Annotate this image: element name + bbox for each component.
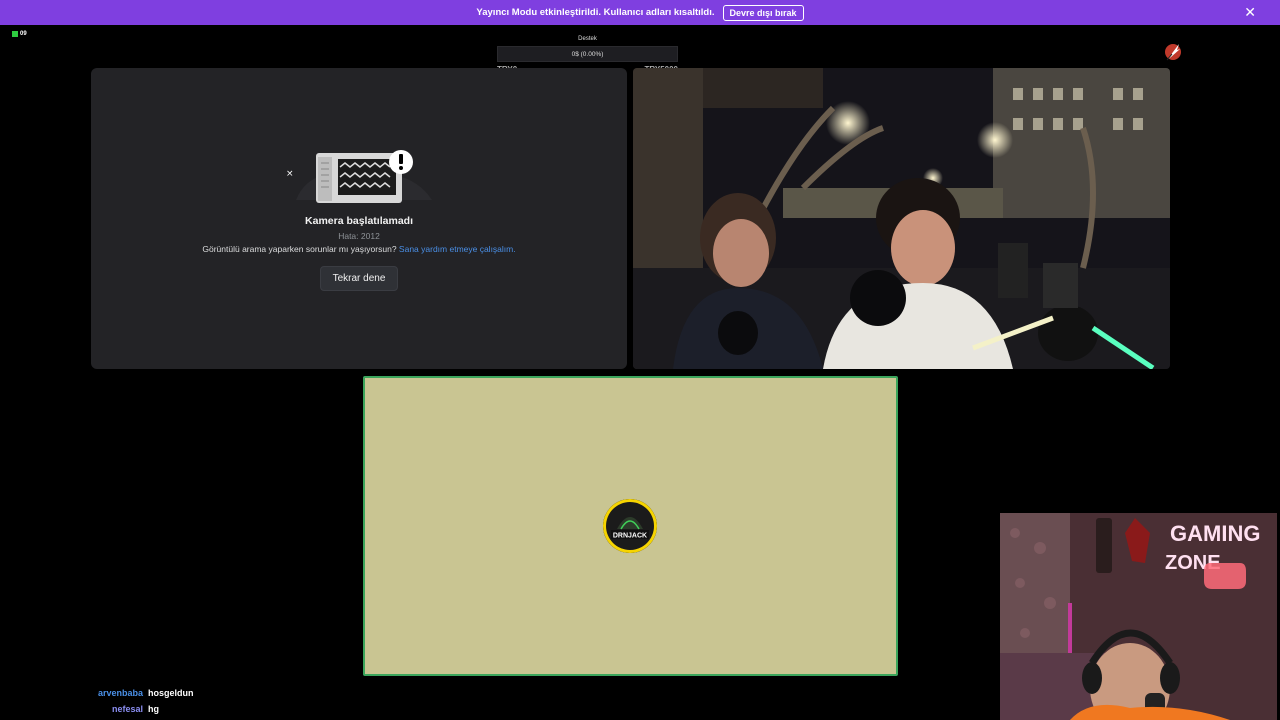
live-dot-icon [12,31,18,37]
camera-error-code: Hata: 2012 [338,231,380,241]
donation-progress-bar: 0$ (0.00%) [497,46,678,62]
user-avatar[interactable]: DRNJACK [603,499,657,553]
live-badge: 09 [12,31,27,37]
donation-goal: Destek 0$ (0.00%) TRY0 TRY5000 [497,36,678,74]
camera-error-title: Kamera başlatılamadı [305,215,413,227]
chat-message: nefesal hg [98,702,194,718]
chat-text: hosgeldun [148,688,194,698]
chat-username: arvenbaba [98,688,144,698]
chat-username: nefesal [112,703,144,714]
disable-streamer-mode-button[interactable]: Devre dışı bırak [722,4,804,21]
donation-progress-text: 0$ (0.00%) [571,50,604,58]
streamer-facecam: GAMING ZONE [1000,513,1277,720]
streamer-mode-message: Yayıncı Modu etkinleştirildi. Kullanıcı … [476,7,715,18]
chat-text: hg [148,703,160,714]
chat-overlay: arvenbaba hosgeldun nefesal hg [98,686,194,717]
avatar-label: DRNJACK [613,533,647,540]
facecam-frame: GAMING ZONE [1000,513,1277,720]
svg-text:×: × [286,169,294,179]
webcam-video-tile[interactable] [633,68,1170,369]
streamer-mode-banner: Yayıncı Modu etkinleştirildi. Kullanıcı … [0,0,1280,25]
webcam-video-frame [633,68,1170,369]
gaming-sign-line-1: GAMING [1170,521,1260,546]
live-badge-text: 09 [20,31,27,37]
drnjack-logo-icon: DRNJACK [603,499,657,553]
retry-button[interactable]: Tekrar dene [320,266,398,291]
close-icon[interactable]: ✕ [1244,5,1256,19]
camera-help-link[interactable]: Sana yardım etmeye çalışalım. [399,244,516,254]
camera-error-illustration: × [286,150,432,203]
donation-title: Destek [578,36,597,42]
camera-help-text: Görüntülü arama yaparken sorunlar mı yaş… [91,244,627,254]
chat-message: arvenbaba hosgeldun [98,686,194,702]
camera-help-question: Görüntülü arama yaparken sorunlar mı yaş… [202,244,399,254]
quill-icon [1165,44,1181,61]
